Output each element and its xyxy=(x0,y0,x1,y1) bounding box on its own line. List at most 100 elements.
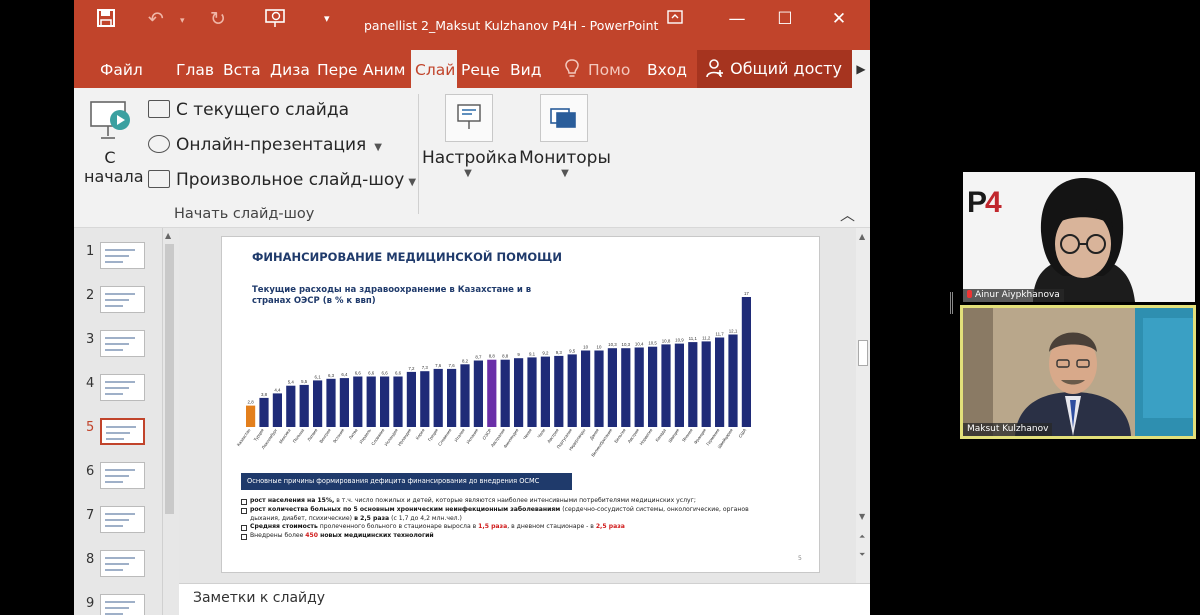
chart-category-label: Ирландия xyxy=(397,427,413,447)
chart-category-label: Бельгия xyxy=(613,427,627,444)
setup-label: Настройка xyxy=(422,148,518,168)
ribbon-display-icon[interactable] xyxy=(660,6,690,32)
chart-category-label: Чили xyxy=(536,427,546,439)
chart-bar xyxy=(380,376,390,427)
setup-button[interactable]: Настройка ▼ xyxy=(422,148,518,179)
tab-design[interactable]: Диза xyxy=(270,50,311,88)
tab-transitions[interactable]: Пере xyxy=(317,50,357,88)
slide-thumbnail[interactable] xyxy=(100,462,145,489)
slide-thumbnail[interactable] xyxy=(100,374,145,401)
participant-tile[interactable]: P 4 Ainur Aiypkhanova xyxy=(963,172,1195,302)
thumbnail-line xyxy=(105,299,129,301)
editor-scrollbar[interactable]: ▲ ▼ ⏶ ⏷ xyxy=(856,228,870,583)
slide-thumbnail[interactable] xyxy=(100,286,145,313)
tab-view[interactable]: Вид xyxy=(510,50,546,88)
thumbnail-number: 7 xyxy=(86,508,95,523)
chart-data-label: 10,8 xyxy=(662,338,671,343)
online-dropdown-icon[interactable]: ▼ xyxy=(374,142,382,153)
collapse-ribbon-icon[interactable]: ︿ xyxy=(840,204,855,225)
tab-scroll-right-icon[interactable]: ▶ xyxy=(852,50,870,88)
chart-data-label: 11,2 xyxy=(702,335,711,340)
thumbnails-scroll-thumb[interactable] xyxy=(165,244,174,514)
participant-name: Ainur Aiypkhanova xyxy=(975,290,1060,300)
chart-data-label: 7,6 xyxy=(449,363,456,368)
save-icon[interactable] xyxy=(96,8,116,33)
maximize-icon[interactable]: ☐ xyxy=(770,6,800,32)
customize-icon[interactable]: ▾ xyxy=(324,12,330,25)
thumbnail-line xyxy=(105,481,123,483)
ribbon-separator xyxy=(418,94,419,214)
ribbon-slideshow: С начала С текущего слайда Онлайн-презен… xyxy=(74,88,870,228)
thumbnail-line xyxy=(106,432,130,434)
slide-thumbnail[interactable] xyxy=(100,506,145,533)
thumbnail-line xyxy=(105,475,129,477)
slide-thumbnail[interactable] xyxy=(100,550,145,577)
chart-bar xyxy=(447,368,457,427)
undo-icon[interactable]: ↶ xyxy=(148,8,164,30)
thumbnails-scrollbar[interactable]: ▲ xyxy=(162,228,176,615)
tab-review[interactable]: Реце xyxy=(461,50,503,88)
chart-data-label: 9,5 xyxy=(569,348,576,353)
reason-item: рост количества больных по 5 основным хр… xyxy=(241,506,801,515)
tab-insert[interactable]: Вста xyxy=(223,50,265,88)
online-presentation-button[interactable]: Онлайн-презентация ▼ xyxy=(148,135,382,155)
slide-thumbnail[interactable] xyxy=(100,242,145,269)
active-speaker-tile[interactable]: Maksut Kulzhanov xyxy=(960,305,1196,439)
previous-slide-icon[interactable]: ⏶ xyxy=(859,532,865,542)
undo-dropdown-icon[interactable]: ▾ xyxy=(180,16,185,26)
chart-bar xyxy=(701,341,711,427)
present-from-start-icon[interactable] xyxy=(264,8,288,33)
custom-label: Произвольное слайд-шоу xyxy=(176,170,405,190)
chart-bar xyxy=(393,376,403,427)
tab-tell-me[interactable]: Помо xyxy=(588,50,640,88)
share-button[interactable]: Общий досту xyxy=(697,50,852,88)
chart-bar xyxy=(272,393,282,427)
redo-icon[interactable]: ↻ xyxy=(210,8,226,30)
from-beginning-button[interactable]: С начала xyxy=(84,96,144,186)
panel-resize-handle[interactable] xyxy=(950,292,953,314)
chart-bar xyxy=(433,368,443,427)
chart-data-label: 3,8 xyxy=(261,392,268,397)
slideshow-start-icon xyxy=(87,101,133,148)
minimize-icon[interactable]: — xyxy=(722,6,752,32)
current-slide[interactable]: 2,8 Казахстан 3,8 Турция 4,4 Люксембург 5,4 Мек… xyxy=(221,236,820,573)
chart-bar xyxy=(594,350,604,427)
scroll-up-icon[interactable]: ▲ xyxy=(165,231,171,240)
close-icon[interactable]: ✕ xyxy=(824,6,854,32)
next-slide-icon[interactable]: ⏷ xyxy=(859,550,865,560)
slide-thumbnail[interactable] xyxy=(100,418,145,445)
lightbulb-icon[interactable] xyxy=(564,50,584,88)
slide-thumbnail[interactable] xyxy=(100,594,145,615)
svg-text:4: 4 xyxy=(985,186,1002,219)
editor-scroll-down-icon[interactable]: ▼ xyxy=(859,512,865,521)
tab-home[interactable]: Глав xyxy=(176,50,218,88)
tab-file[interactable]: Файл xyxy=(100,50,148,88)
editor-scroll-thumb[interactable] xyxy=(858,340,868,366)
monitors-dropdown-icon[interactable]: ▼ xyxy=(519,168,611,179)
thumbnail-line xyxy=(105,557,135,559)
chart-bar xyxy=(246,405,256,427)
sign-in-link[interactable]: Вход xyxy=(647,50,693,88)
slide-title: ФИНАНСИРОВАНИЕ МЕДИЦИНСКОЙ ПОМОЩИ xyxy=(252,250,563,264)
reasons-list: рост населения на 15%, в т.ч. число пожи… xyxy=(241,497,801,541)
chart-category-label: США xyxy=(737,428,747,439)
notes-pane[interactable]: Заметки к слайду xyxy=(179,583,870,615)
chart-bar xyxy=(299,384,309,427)
editor-scroll-up-icon[interactable]: ▲ xyxy=(859,232,865,241)
chart-category-label: Италия xyxy=(453,427,466,442)
chart-category-label: Мексика xyxy=(278,427,292,444)
custom-dropdown-icon[interactable]: ▼ xyxy=(408,177,416,188)
from-current-slide-button[interactable]: С текущего слайда xyxy=(148,100,349,120)
thumbnail-line xyxy=(105,607,129,609)
tab-slideshow[interactable]: Слай xyxy=(411,50,457,88)
monitors-button[interactable]: Мониторы ▼ xyxy=(519,148,611,179)
chart-data-label: 8,8 xyxy=(502,354,509,359)
slide-thumbnail[interactable] xyxy=(100,330,145,357)
setup-slideshow-icon[interactable] xyxy=(445,94,493,142)
tab-animations[interactable]: Аним xyxy=(363,50,408,88)
chart-category-label: Чехия xyxy=(522,427,533,440)
chart-data-label: 4,4 xyxy=(274,387,281,392)
monitors-icon[interactable] xyxy=(540,94,588,142)
setup-dropdown-icon[interactable]: ▼ xyxy=(422,168,514,179)
custom-slideshow-button[interactable]: Произвольное слайд-шоу ▼ xyxy=(148,170,416,190)
